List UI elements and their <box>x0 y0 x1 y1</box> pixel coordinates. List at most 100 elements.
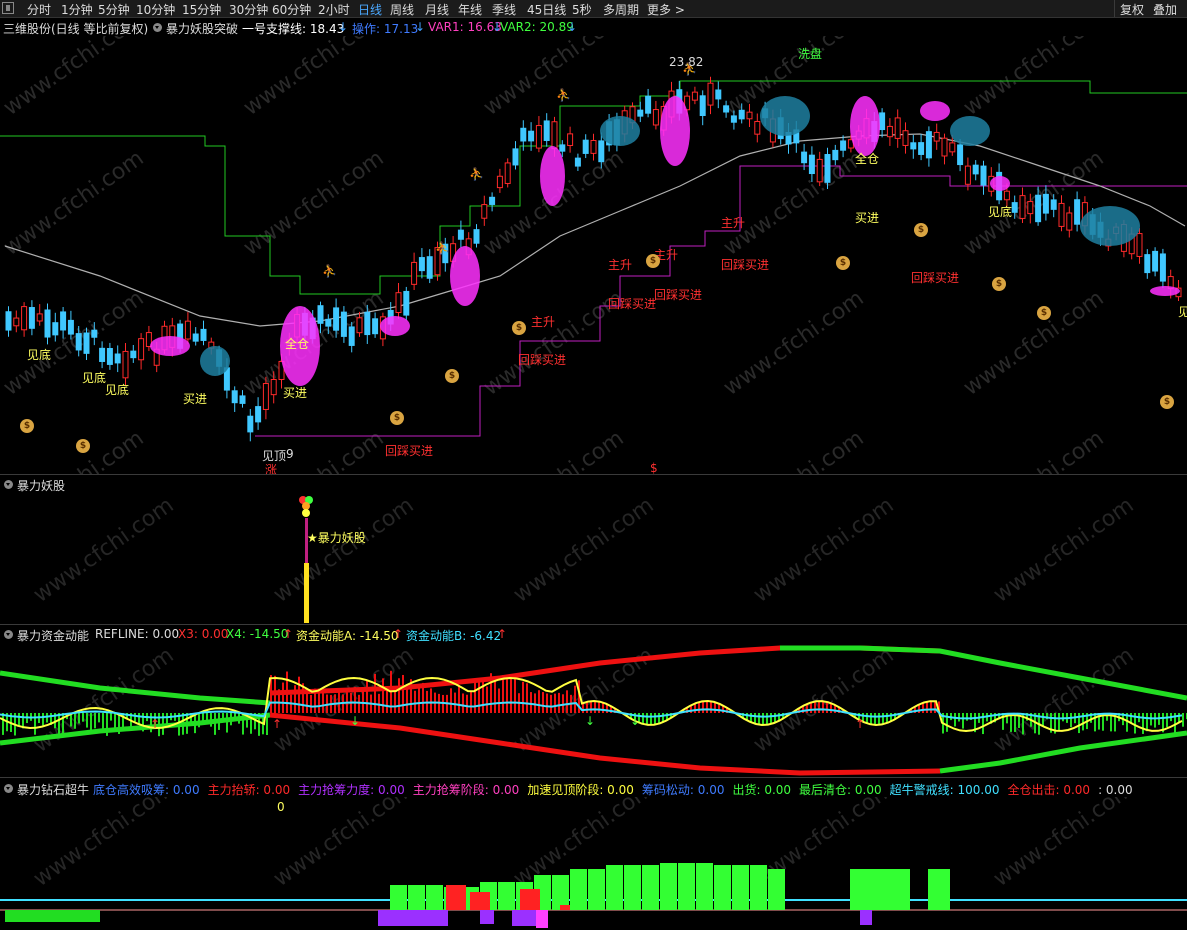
candle-body <box>496 175 503 189</box>
momentum-bar <box>550 694 552 713</box>
trend-ribbon <box>990 176 1010 191</box>
trend-ribbon <box>600 116 640 146</box>
signal-maijin: 买进 <box>283 386 308 400</box>
collapse-icon[interactable] <box>4 784 13 793</box>
candle-body <box>894 117 901 139</box>
yaogu-panel: www.cfchi.com www.cfchi.com www.cfchi.com w… <box>29 493 1139 623</box>
diejia-button[interactable]: 叠加 <box>1153 1 1177 18</box>
panel4-title: 暴力钻石超牛 <box>17 783 90 797</box>
low-price-label: 9 <box>286 447 294 461</box>
momentum-bar <box>462 693 464 713</box>
candle-body <box>356 317 363 334</box>
var1-value: VAR1: 16.63 <box>428 20 502 34</box>
candle-body <box>816 158 823 183</box>
watermark-text: www.cfchi.com <box>989 797 1138 892</box>
momentum-bar <box>922 703 924 713</box>
momentum-bar <box>554 693 556 713</box>
candle-body <box>231 390 238 404</box>
momentum-bar <box>546 693 548 713</box>
candle-body <box>957 144 964 166</box>
main-chart-header: 三维股份(日线 等比前复权) 暴力妖股突破 一号支撑线: 18.43 ↓ 操作:… <box>0 18 1187 36</box>
bull-bar <box>378 910 448 926</box>
period-tab[interactable]: 日线 <box>358 1 382 18</box>
momentum-bar <box>386 689 388 713</box>
period-tab[interactable]: 30分钟 <box>229 1 268 18</box>
candle-body <box>1144 254 1151 274</box>
signal-zhusheng: 主升 <box>608 258 633 272</box>
x4-envelope <box>939 730 1187 774</box>
period-tab[interactable]: 周线 <box>390 1 414 18</box>
candle-body <box>192 333 199 342</box>
panel4-value-item: 超牛警戒线: 100.00 <box>889 783 1000 797</box>
up-arrow-icon: ↑ <box>283 627 294 641</box>
layout-icon[interactable] <box>2 2 14 14</box>
capital-momentum-panel: www.cfchi.com www.cfchi.com www.cfchi.com w… <box>0 643 1187 776</box>
candle-body <box>707 82 714 106</box>
zjdna-value: 资金动能A: -14.50 <box>296 629 399 643</box>
candle-body <box>67 319 74 335</box>
watermark-text: www.cfchi.com <box>269 493 418 608</box>
panel-divider <box>0 777 1187 778</box>
momentum-bar <box>90 713 92 731</box>
candle-body <box>83 332 90 354</box>
momentum-bar <box>286 671 288 713</box>
period-tab[interactable]: 1分钟 <box>61 1 93 18</box>
candle-body <box>567 133 574 147</box>
period-tab[interactable]: 45日线 <box>527 1 566 18</box>
panel4-value-item: : 0.00 <box>1098 783 1133 797</box>
momentum-bar <box>878 713 880 725</box>
signal-xipan: 洗盘 <box>798 47 823 61</box>
candle-body <box>481 204 488 219</box>
panel4-value-item: 主力抢筹力度: 0.00 <box>298 783 405 797</box>
signal-quancang: 全仓 <box>855 152 880 166</box>
momentum-bar <box>1154 713 1156 728</box>
candle-body <box>832 149 839 161</box>
collapse-icon[interactable] <box>153 23 162 32</box>
period-tab[interactable]: 更多 > <box>647 1 685 18</box>
momentum-bar <box>962 713 964 729</box>
period-tab[interactable]: 分时 <box>27 1 51 18</box>
momentum-bar <box>98 713 100 723</box>
candle-body <box>411 261 418 285</box>
momentum-bar <box>810 702 812 713</box>
period-tab[interactable]: 年线 <box>458 1 482 18</box>
period-tab[interactable]: 月线 <box>425 1 449 18</box>
momentum-bar <box>162 713 164 735</box>
momentum-bar <box>378 693 380 713</box>
period-tab[interactable]: 2小时 <box>318 1 350 18</box>
candlestick-chart[interactable]: www.cfchi.com www.cfchi.com www.cfchi.com w… <box>0 36 1187 474</box>
money-bag-icon: $ <box>512 321 526 335</box>
momentum-bar <box>590 701 592 713</box>
period-tab[interactable]: 60分钟 <box>272 1 311 18</box>
runner-icon: ⛹ <box>556 88 571 102</box>
candle-body <box>91 329 98 338</box>
candle-body <box>528 130 535 142</box>
momentum-bar <box>522 681 524 713</box>
period-tab[interactable]: 多周期 <box>603 1 639 18</box>
momentum-bar <box>642 713 644 724</box>
period-tab[interactable]: 5分钟 <box>98 1 130 18</box>
momentum-bar <box>690 705 692 713</box>
momentum-bar <box>466 694 468 713</box>
collapse-icon[interactable] <box>4 630 13 639</box>
period-tab[interactable]: 10分钟 <box>136 1 175 18</box>
period-tab[interactable]: 季线 <box>492 1 516 18</box>
momentum-bar <box>114 713 116 731</box>
candle-body <box>808 154 815 175</box>
collapse-icon[interactable] <box>4 480 13 489</box>
runner-icon: ⛹ <box>435 241 450 255</box>
x3-envelope <box>269 712 941 776</box>
candle-body <box>699 95 706 117</box>
fuquan-button[interactable]: 复权 <box>1120 1 1144 18</box>
candle-body <box>645 95 652 114</box>
momentum-bar <box>214 713 216 735</box>
signal-huicai: 回踩买进 <box>385 444 434 458</box>
period-tab[interactable]: 5秒 <box>572 1 592 18</box>
panel4-value-item: 最后清仓: 0.00 <box>799 783 882 797</box>
trend-ribbon <box>920 101 950 121</box>
momentum-bar <box>266 713 268 736</box>
candle-body <box>13 317 20 327</box>
runner-icon: ⛹ <box>322 264 337 278</box>
period-tab[interactable]: 15分钟 <box>182 1 221 18</box>
momentum-bar <box>514 674 516 713</box>
